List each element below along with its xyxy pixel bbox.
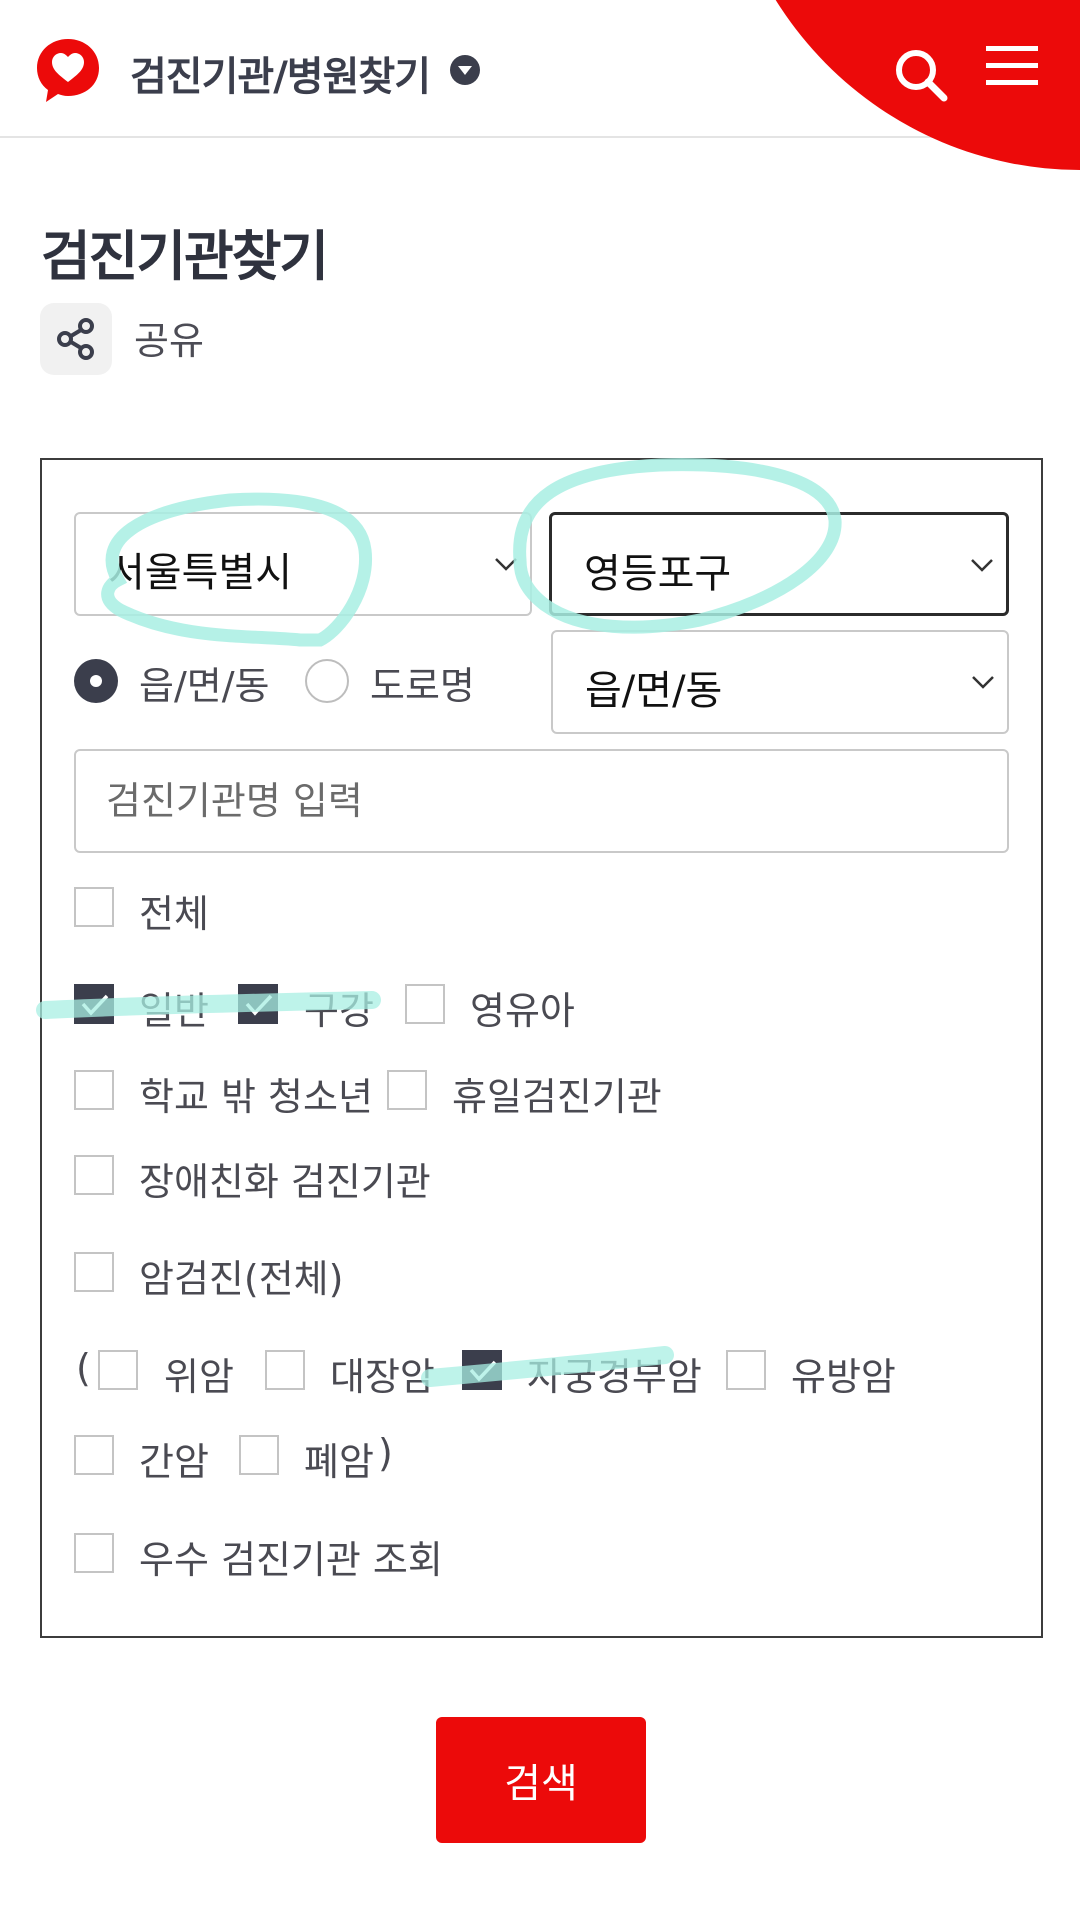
checkbox-disability-friendly-label[interactable]: 장애친화 검진기관 (139, 1151, 431, 1206)
checkbox-holiday-label[interactable]: 휴일검진기관 (452, 1066, 662, 1121)
search-button[interactable]: 검색 (436, 1717, 646, 1843)
check-icon (81, 994, 109, 1016)
checkbox-infant-label[interactable]: 영유아 (470, 980, 575, 1035)
checkbox-all[interactable] (74, 887, 114, 927)
checkbox-out-of-school-label[interactable]: 학교 밖 청소년 (139, 1066, 373, 1121)
checkbox-oral[interactable] (238, 984, 278, 1024)
radio-eup-myeon-dong-label[interactable]: 읍/면/동 (139, 655, 270, 710)
top-header: 검진기관/병원찾기 (0, 0, 1080, 170)
check-icon (469, 1360, 497, 1382)
paren-close: ) (378, 1431, 393, 1475)
checkbox-cancer-all-label[interactable]: 암검진(전체) (139, 1248, 343, 1303)
checkbox-lung-label[interactable]: 폐암 (304, 1431, 374, 1486)
checkbox-colon[interactable] (265, 1350, 305, 1390)
header-title[interactable]: 검진기관/병원찾기 (130, 44, 431, 102)
radio-road-name[interactable] (305, 659, 349, 703)
checkbox-excellent-label[interactable]: 우수 검진기관 조회 (139, 1529, 443, 1584)
paren-open: ( (76, 1346, 91, 1390)
chevron-down-icon (971, 559, 993, 572)
share-button[interactable] (40, 303, 112, 375)
hamburger-menu-icon[interactable] (986, 44, 1038, 88)
checkbox-stomach-label[interactable]: 위암 (164, 1346, 234, 1401)
checkbox-liver-label[interactable]: 간암 (139, 1431, 209, 1486)
caret-down-circle-icon[interactable] (449, 54, 481, 86)
checkbox-infant[interactable] (405, 984, 445, 1024)
chevron-down-icon (495, 558, 517, 571)
checkbox-breast-label[interactable]: 유방암 (791, 1346, 896, 1401)
radio-eup-myeon-dong[interactable] (74, 659, 118, 703)
checkbox-out-of-school[interactable] (74, 1070, 114, 1110)
region-select-value: 서울특별시 (108, 550, 292, 596)
checkbox-disability-friendly[interactable] (74, 1155, 114, 1195)
checkbox-general-label[interactable]: 일반 (139, 980, 209, 1035)
page: 검진기관/병원찾기 검진기관찾기 공유 서울특별시 영등포구 읍/면/동 도로명… (0, 0, 1080, 1910)
checkbox-cancer-all[interactable] (74, 1252, 114, 1292)
district-select-value: 영등포구 (584, 551, 732, 597)
search-icon[interactable] (892, 46, 950, 104)
checkbox-lung[interactable] (239, 1435, 279, 1475)
neighborhood-select[interactable]: 읍/면/동 (551, 630, 1009, 734)
checkbox-cervical[interactable] (462, 1350, 502, 1390)
checkbox-colon-label[interactable]: 대장암 (330, 1346, 435, 1401)
checkbox-oral-label[interactable]: 구강 (304, 980, 374, 1035)
share-icon (57, 318, 94, 360)
page-title: 검진기관찾기 (41, 225, 329, 288)
share-label[interactable]: 공유 (134, 310, 204, 365)
checkbox-cervical-label[interactable]: 자궁경부암 (527, 1346, 702, 1401)
neighborhood-select-value: 읍/면/동 (585, 668, 723, 714)
region-select[interactable]: 서울특별시 (74, 512, 532, 616)
check-icon (245, 994, 273, 1016)
radio-road-name-label[interactable]: 도로명 (370, 655, 475, 710)
checkbox-liver[interactable] (74, 1435, 114, 1475)
checkbox-all-label[interactable]: 전체 (139, 883, 209, 938)
checkbox-excellent[interactable] (74, 1533, 114, 1573)
chevron-down-icon (972, 676, 994, 689)
institution-name-input[interactable] (74, 749, 1009, 853)
district-select[interactable]: 영등포구 (549, 512, 1009, 616)
heart-logo-icon[interactable] (34, 36, 102, 104)
checkbox-holiday[interactable] (387, 1070, 427, 1110)
checkbox-stomach[interactable] (98, 1350, 138, 1390)
checkbox-breast[interactable] (726, 1350, 766, 1390)
checkbox-general[interactable] (74, 984, 114, 1024)
